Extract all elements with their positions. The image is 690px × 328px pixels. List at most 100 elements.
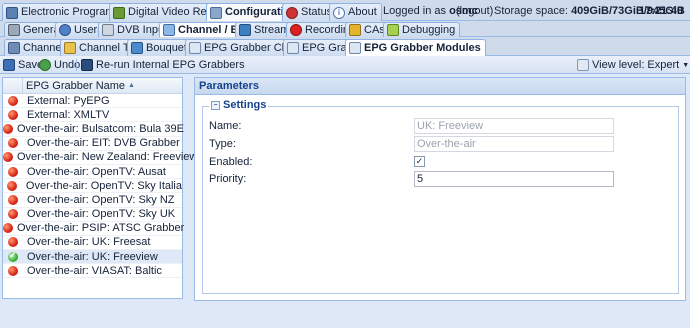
table-row[interactable]: External: PyEPG (3, 94, 182, 109)
disabled-icon (8, 109, 18, 120)
about-icon: i (333, 6, 345, 19)
status-cell (3, 138, 23, 149)
grabber-name-cell: Over-the-air: New Zealand: Freeview (17, 151, 198, 164)
cas-icon (349, 24, 361, 36)
status-cell (3, 166, 23, 177)
toolbar-divider (76, 59, 77, 71)
grabber-icon (287, 42, 299, 54)
tab-epg-grabber-modules[interactable]: EPG Grabber Modules (345, 39, 486, 56)
status-cell (3, 223, 13, 234)
grabber-icon (349, 42, 361, 54)
table-row[interactable]: Over-the-air: OpenTV: Sky NZ (3, 193, 182, 208)
chevron-down-icon: ▼ (682, 61, 690, 69)
table-row[interactable]: Over-the-air: EIT: DVB Grabber (3, 137, 182, 151)
status-cell (3, 250, 23, 262)
table-row[interactable]: Over-the-air: Bulsatcom: Bula 39E (3, 122, 184, 137)
table-row[interactable]: Over-the-air: PSIP: ATSC Grabber (3, 222, 185, 236)
epg-icon (6, 6, 18, 19)
tab-about[interactable]: i About (329, 3, 382, 21)
grabber-name-cell: Over-the-air: VIASAT: Baltic (27, 264, 162, 277)
clock: 17:21:40 (639, 5, 684, 17)
enabled-label: Enabled: (209, 156, 253, 168)
view-level-dropdown[interactable]: View level: Expert ▼ (577, 58, 689, 72)
status-cell (3, 123, 13, 134)
status-cell (3, 194, 23, 205)
tag-icon (64, 42, 76, 54)
status-cell (3, 180, 22, 191)
type-label: Type: (209, 138, 236, 150)
grabber-name-cell: External: PyEPG (27, 94, 110, 107)
save-button[interactable]: Save (3, 58, 43, 72)
parameters-panel: Parameters − Settings Name: UK: Freeview… (194, 77, 686, 301)
grabber-name-cell: External: XMLTV (27, 108, 110, 121)
disabled-icon (7, 180, 18, 191)
disabled-icon (8, 209, 18, 220)
sort-asc-icon: ▲ (128, 82, 135, 89)
users-icon (59, 24, 71, 36)
rerun-icon (81, 59, 93, 71)
grabber-name-cell: Over-the-air: OpenTV: Sky NZ (27, 193, 175, 206)
grid-body: External: PyEPG External: XMLTV Over-the-a… (3, 94, 197, 279)
undo-icon (39, 59, 51, 71)
name-label: Name: (209, 120, 242, 132)
table-row[interactable]: External: XMLTV (3, 108, 182, 123)
status-cell (3, 152, 13, 163)
grabber-name-cell: Over-the-air: OpenTV: Sky UK (27, 208, 176, 221)
status-column-header[interactable] (3, 78, 23, 93)
config-icon (210, 6, 222, 19)
grabber-name-cell: Over-the-air: UK: Freeview (27, 250, 158, 263)
disabled-icon (8, 237, 18, 248)
table-row[interactable]: Over-the-air: New Zealand: Freeview (3, 151, 197, 165)
enabled-icon (8, 250, 18, 262)
rerun-grabbers-button[interactable]: Re-run Internal EPG Grabbers (81, 58, 245, 72)
status-cell (3, 109, 23, 120)
grabber-name-cell: Over-the-air: UK: Freesat (27, 236, 151, 249)
disabled-icon (3, 223, 13, 234)
table-row[interactable]: Over-the-air: UK: Freeview (3, 250, 182, 265)
table-row[interactable]: Over-the-air: OpenTV: Sky Italia (3, 179, 182, 194)
grabber-name-cell: Over-the-air: Bulsatcom: Bula 39E (17, 122, 184, 135)
save-icon (3, 59, 15, 71)
disabled-icon (8, 138, 18, 149)
grabber-name-cell: Over-the-air: OpenTV: Sky Italia (25, 179, 182, 192)
disabled-icon (8, 95, 18, 106)
panel-title: Parameters (195, 78, 685, 95)
grabber-name-cell: Over-the-air: EIT: DVB Grabber (27, 137, 180, 150)
grabber-name-cell: Over-the-air: PSIP: ATSC Grabber (17, 222, 185, 235)
grid-header: EPG Grabber Name ▲ (3, 78, 182, 94)
grabber-name-cell: Over-the-air: OpenTV: Ausat (27, 165, 166, 178)
general-icon (8, 24, 20, 36)
recording-icon (290, 24, 302, 36)
priority-label: Priority: (209, 173, 247, 185)
table-row[interactable]: Over-the-air: UK: Freesat (3, 236, 182, 251)
view-level-icon (577, 59, 589, 71)
grabber-module-grid: EPG Grabber Name ▲ External: PyEPG Extern… (2, 77, 197, 299)
type-field: Over-the-air (414, 136, 614, 152)
main-tab-bar: Electronic Program Guide Digital Video R… (0, 0, 690, 21)
tv-icon (8, 42, 20, 54)
disabled-icon (3, 152, 13, 163)
stream-icon (239, 24, 251, 36)
undo-button[interactable]: Undo (39, 58, 80, 72)
disabled-icon (8, 166, 18, 177)
tab-debugging[interactable]: Debugging (383, 22, 461, 37)
disabled-icon (3, 123, 13, 134)
toolbar: Save Undo Re-run Internal EPG Grabbers V… (0, 56, 690, 74)
logout-link[interactable]: (logout) (456, 5, 493, 17)
status-cell (3, 95, 23, 106)
collapse-icon[interactable]: − (211, 100, 220, 110)
table-row[interactable]: Over-the-air: OpenTV: Ausat (3, 165, 182, 180)
disabled-icon (8, 265, 18, 276)
enabled-checkbox[interactable]: ✓ (414, 156, 425, 167)
config-tab-bar: General Users DVB Inputs Channel / EPG S… (0, 21, 690, 37)
name-column-header[interactable]: EPG Grabber Name ▲ (23, 80, 135, 92)
status-icon (286, 6, 298, 19)
channel-icon (163, 24, 175, 36)
name-field: UK: Freeview (414, 118, 614, 134)
settings-legend[interactable]: − Settings (209, 99, 269, 111)
dvr-icon (113, 6, 125, 19)
dvb-icon (102, 24, 114, 36)
priority-field[interactable]: 5 (414, 171, 614, 187)
table-row[interactable]: Over-the-air: VIASAT: Baltic (3, 264, 182, 279)
table-row[interactable]: Over-the-air: OpenTV: Sky UK (3, 208, 182, 222)
